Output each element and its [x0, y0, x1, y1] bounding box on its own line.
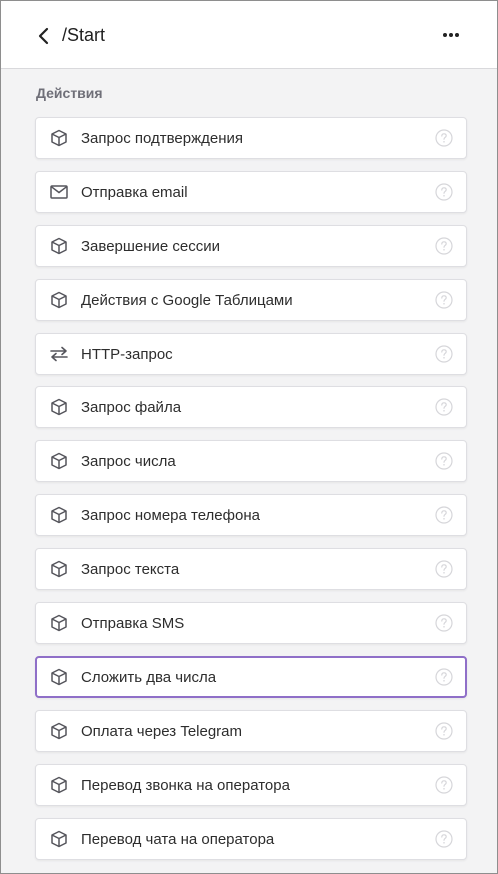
chevron-left-icon — [38, 27, 49, 45]
help-icon[interactable] — [435, 398, 453, 417]
cube-icon — [49, 128, 69, 148]
action-item-label: Запрос числа — [81, 453, 176, 471]
cube-icon — [49, 397, 69, 417]
help-icon[interactable] — [435, 668, 453, 686]
action-item-label: Перевод чата на оператора — [81, 830, 275, 848]
help-icon[interactable] — [435, 506, 453, 524]
page-title: /Start — [62, 25, 106, 45]
cube-icon — [49, 721, 69, 741]
cube-icon — [49, 559, 69, 579]
action-item-label: Отправка email — [81, 183, 188, 201]
action-item[interactable]: Отправка email — [35, 170, 467, 213]
cube-icon — [49, 829, 69, 849]
help-icon[interactable] — [435, 129, 453, 147]
cube-icon — [49, 667, 69, 687]
actions-list: Запрос подтверждения Отправка email Заверш… — [35, 117, 467, 871]
cube-icon — [49, 613, 69, 633]
action-item-label: Перевод звонка на оператора — [81, 776, 290, 794]
cube-icon — [49, 775, 69, 795]
more-horizontal-icon — [443, 33, 459, 37]
action-item[interactable]: Отправка SMS — [35, 602, 467, 645]
action-item-label: Завершение сессии — [81, 237, 221, 255]
more-options-button[interactable] — [437, 23, 465, 47]
help-icon[interactable] — [435, 452, 453, 470]
section-heading: Действия — [36, 85, 103, 101]
swap-arrows-icon — [49, 344, 69, 364]
action-item[interactable]: Перевод звонка на оператора — [35, 763, 467, 806]
help-icon[interactable] — [435, 722, 453, 740]
help-icon[interactable] — [435, 614, 453, 632]
action-item[interactable]: Запрос файла — [35, 386, 467, 429]
app-frame: /Start Действия Запрос подтверждения Отпр… — [0, 0, 498, 874]
action-item[interactable]: HTTP-запрос — [35, 332, 467, 375]
action-item[interactable]: Запрос подтверждения — [35, 117, 467, 159]
help-icon[interactable] — [435, 183, 453, 201]
action-item[interactable]: Оплата через Telegram — [35, 709, 467, 752]
action-item-label: Действия с Google Таблицами — [81, 291, 293, 309]
help-icon[interactable] — [435, 237, 453, 255]
action-item-label: Оплата через Telegram — [81, 722, 243, 740]
help-icon[interactable] — [435, 344, 453, 363]
action-item-label: Отправка SMS — [81, 615, 185, 633]
action-item-label: Сложить два числа — [81, 668, 217, 686]
back-button[interactable] — [31, 23, 57, 49]
action-item[interactable]: Запрос номера телефона — [35, 494, 467, 537]
help-icon[interactable] — [435, 776, 453, 794]
action-item[interactable]: Сложить два числа — [35, 655, 467, 698]
action-item-label: Запрос номера телефона — [81, 507, 260, 525]
action-item-label: Запрос файла — [81, 399, 182, 417]
help-icon[interactable] — [435, 291, 453, 309]
action-item-label: HTTP-запрос — [81, 345, 173, 363]
action-item[interactable]: Запрос текста — [35, 548, 467, 591]
cube-icon — [49, 505, 69, 525]
action-item-label: Запрос подтверждения — [81, 130, 244, 147]
cube-icon — [49, 236, 69, 256]
cube-icon — [49, 451, 69, 471]
action-item[interactable]: Запрос числа — [35, 440, 467, 483]
envelope-icon — [49, 182, 69, 202]
action-item[interactable]: Завершение сессии — [35, 224, 467, 267]
help-icon[interactable] — [435, 829, 453, 848]
action-item[interactable]: Перевод чата на оператора — [35, 817, 467, 860]
header-bar: /Start — [1, 1, 497, 69]
action-item-label: Запрос текста — [81, 561, 180, 579]
cube-icon — [49, 290, 69, 310]
help-icon[interactable] — [435, 560, 453, 578]
action-item[interactable]: Действия с Google Таблицами — [35, 278, 467, 321]
